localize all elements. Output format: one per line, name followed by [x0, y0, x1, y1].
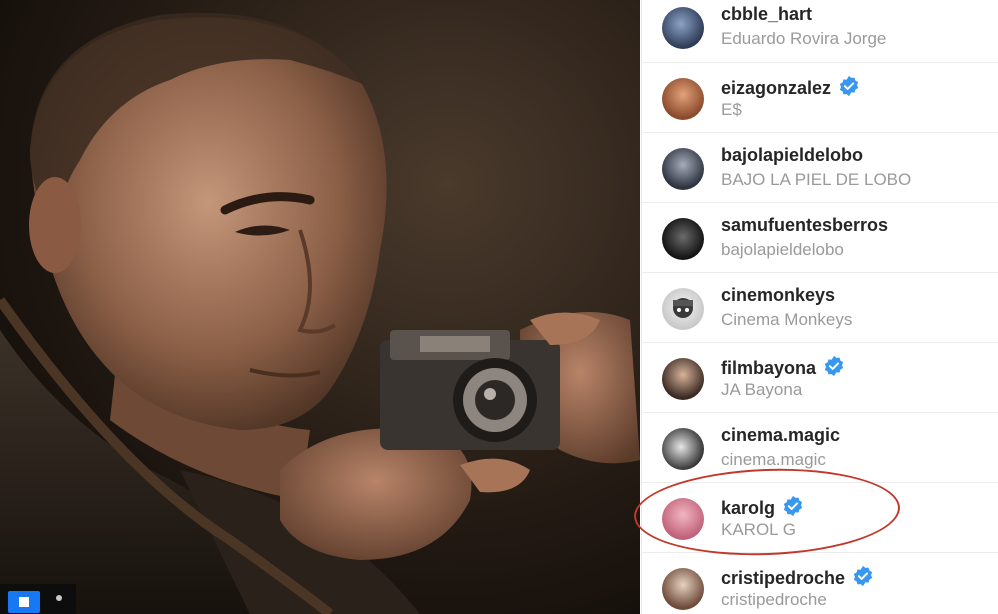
full-name: bajolapieldelobo [721, 240, 844, 259]
photo-controls [0, 584, 76, 614]
avatar[interactable] [662, 428, 704, 470]
avatar[interactable] [662, 498, 704, 540]
list-item[interactable]: cbble_hart Eduardo Rovira Jorge [642, 0, 998, 62]
username-text[interactable]: eizagonzalez [721, 78, 831, 98]
username-text[interactable]: filmbayona [721, 358, 816, 378]
avatar[interactable] [662, 78, 704, 120]
list-item[interactable]: karolg KAROL G [642, 482, 998, 553]
full-name: KAROL G [721, 520, 796, 539]
list-item[interactable]: cristipedroche cristipedroche [642, 552, 998, 614]
verified-badge-icon [853, 565, 873, 587]
avatar[interactable] [662, 148, 704, 190]
username-text[interactable]: cristipedroche [721, 568, 845, 588]
monkey-logo-icon [673, 298, 693, 318]
list-item[interactable]: eizagonzalez E$ [642, 62, 998, 133]
verified-badge-icon [783, 495, 803, 517]
avatar[interactable] [662, 358, 704, 400]
full-name: Cinema Monkeys [721, 310, 853, 329]
username[interactable]: cinemonkeys [721, 285, 835, 306]
avatar[interactable] [662, 218, 704, 260]
full-name: BAJO LA PIEL DE LOBO [721, 170, 912, 189]
username[interactable]: eizagonzalez [721, 75, 860, 99]
full-name: E$ [721, 100, 742, 119]
username[interactable]: cinema.magic [721, 425, 840, 446]
avatar[interactable] [662, 568, 704, 610]
full-name: Eduardo Rovira Jorge [721, 29, 887, 48]
username[interactable]: karolg [721, 495, 804, 519]
list-item[interactable]: bajolapieldelobo BAJO LA PIEL DE LOBO [642, 132, 998, 203]
following-list: cbble_hart Eduardo Rovira Jorge eizagonz… [641, 0, 998, 614]
username[interactable]: filmbayona [721, 355, 845, 379]
post-photo [0, 0, 640, 614]
list-item[interactable]: samufuentesberros bajolapieldelobo [642, 202, 998, 273]
username[interactable]: cristipedroche [721, 565, 874, 589]
username[interactable]: bajolapieldelobo [721, 145, 863, 166]
username[interactable]: cbble_hart [721, 4, 812, 25]
full-name: JA Bayona [721, 380, 803, 399]
carousel-dot[interactable] [56, 595, 62, 601]
carousel-active-button[interactable] [8, 591, 40, 613]
photo-illustration [0, 0, 640, 614]
verified-badge-icon [839, 75, 859, 97]
list-item[interactable]: cinemonkeys Cinema Monkeys [642, 272, 998, 343]
avatar[interactable] [662, 288, 704, 330]
username[interactable]: samufuentesberros [721, 215, 888, 236]
username-text[interactable]: karolg [721, 498, 775, 518]
full-name: cinema.magic [721, 450, 826, 469]
list-item[interactable]: filmbayona JA Bayona [642, 342, 998, 413]
list-item[interactable]: cinema.magic cinema.magic [642, 412, 998, 483]
verified-badge-icon [824, 355, 844, 377]
avatar[interactable] [662, 7, 704, 49]
full-name: cristipedroche [721, 590, 827, 609]
square-icon [19, 597, 29, 607]
